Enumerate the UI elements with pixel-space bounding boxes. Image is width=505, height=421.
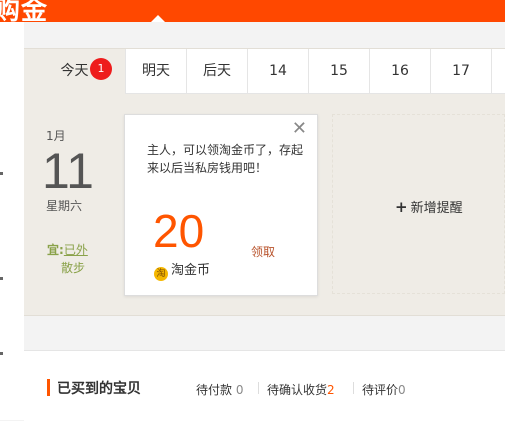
date-month: 1月 xyxy=(46,129,66,143)
tab-day-after[interactable]: 后天 xyxy=(186,49,247,94)
link-count: 2 xyxy=(327,383,335,397)
advice-action: 散步 xyxy=(61,261,86,275)
tab-day-15[interactable]: 15 xyxy=(308,49,369,94)
top-banner: 购金 xyxy=(0,0,505,26)
link-label: 待确认收货 xyxy=(267,383,328,397)
claim-link[interactable]: 领取 xyxy=(251,243,275,260)
tab-label: 16 xyxy=(391,63,409,79)
tab-day-16[interactable]: 16 xyxy=(369,49,430,94)
advice-prefix: 宜: xyxy=(47,243,64,257)
tab-overflow xyxy=(491,49,505,94)
calendar-panel: 今天 1 明天 后天 14 15 16 17 1月 11 星期六 宜:已外 散步… xyxy=(24,48,505,316)
link-count: 0 xyxy=(398,383,406,397)
tab-label: 后天 xyxy=(203,63,231,79)
add-reminder-label: 新增提醒 xyxy=(410,201,463,216)
tab-label: 今天 xyxy=(60,63,89,79)
sidebar-mark xyxy=(0,352,3,355)
tab-label: 15 xyxy=(330,63,348,79)
section-title: 已买到的宝贝 xyxy=(57,381,141,397)
advice-action-link[interactable]: 已外 xyxy=(64,243,88,257)
add-reminder-panel[interactable]: + 新增提醒 xyxy=(332,114,505,294)
purchased-items-section: 已买到的宝贝 待付款 0 待确认收货2 待评价0 xyxy=(24,350,505,421)
banner-pointer xyxy=(151,15,165,22)
tab-day-14[interactable]: 14 xyxy=(247,49,308,94)
day-tabs: 今天 1 明天 后天 14 15 16 17 xyxy=(24,49,505,94)
tab-today[interactable]: 今天 1 xyxy=(24,49,125,94)
pending-payment-link[interactable]: 待付款 0 xyxy=(196,381,243,398)
sidebar-mark xyxy=(0,277,3,280)
notification-badge: 1 xyxy=(90,58,112,80)
link-label: 待付款 xyxy=(196,383,233,397)
add-reminder-button[interactable]: + 新增提醒 xyxy=(395,197,463,216)
link-count: 0 xyxy=(235,383,244,397)
pending-review-link[interactable]: 待评价0 xyxy=(362,381,406,398)
sidebar-mark xyxy=(0,172,3,175)
pending-receipt-link[interactable]: 待确认收货2 xyxy=(267,381,335,398)
tab-tomorrow[interactable]: 明天 xyxy=(125,49,186,94)
divider xyxy=(258,382,259,394)
tab-label: 17 xyxy=(452,63,470,79)
date-day: 11 xyxy=(42,143,94,199)
date-weekday: 星期六 xyxy=(46,199,83,213)
tab-label: 明天 xyxy=(142,63,170,79)
close-icon[interactable]: ✕ xyxy=(292,118,307,139)
reminder-message: 主人，可以领淘金币了，存起来以后当私房钱用吧！ xyxy=(147,143,304,175)
coin-amount: 20 xyxy=(153,205,205,257)
section-accent-bar xyxy=(47,379,50,396)
coin-icon: 淘 xyxy=(154,267,168,281)
coin-text: 淘金币 xyxy=(171,263,211,278)
link-label: 待评价 xyxy=(362,383,399,397)
left-sidebar-strip xyxy=(0,22,24,420)
divider xyxy=(353,382,354,394)
coin-label: 淘淘金币 xyxy=(154,259,210,281)
coin-reminder-card: ✕ 主人，可以领淘金币了，存起来以后当私房钱用吧！ 20 领取 淘淘金币 xyxy=(124,114,318,296)
plus-icon: + xyxy=(395,198,408,216)
tab-day-17[interactable]: 17 xyxy=(430,49,491,94)
tab-label: 14 xyxy=(269,63,287,79)
almanac-advice: 宜:已外 散步 xyxy=(47,241,88,277)
